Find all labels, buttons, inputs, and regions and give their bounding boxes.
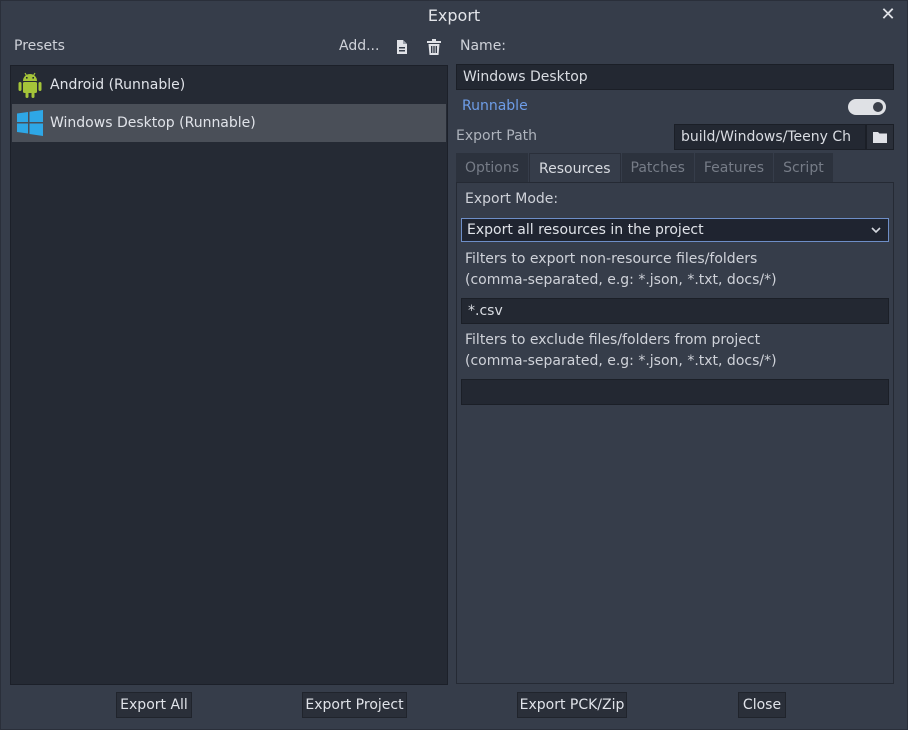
delete-icon[interactable] [424,37,444,57]
tab-options[interactable]: Options [456,153,529,183]
runnable-label: Runnable [462,98,528,114]
exclude-filter-label-line2: (comma-separated, e.g: *.json, *.txt, do… [465,353,777,369]
exclude-filter-field[interactable] [461,379,889,405]
presets-label: Presets [14,38,65,54]
tab-resources[interactable]: Resources [529,153,621,183]
close-icon[interactable]: ✕ [878,5,898,25]
export-mode-label: Export Mode: [465,191,559,207]
windows-icon [16,109,44,137]
preset-item-android[interactable]: Android (Runnable) [12,66,446,104]
dialog-title: Export [427,6,481,25]
toggle-knob [873,102,883,112]
export-mode-value: Export all resources in the project [467,222,704,238]
export-project-button[interactable]: Export Project [302,692,407,718]
include-filter-label-line1: Filters to export non-resource files/fol… [465,251,758,267]
export-path-label: Export Path [456,128,538,144]
chevron-down-icon [870,223,882,241]
tab-patches[interactable]: Patches [621,153,694,183]
tab-script[interactable]: Script [774,153,833,183]
exclude-filter-label-line1: Filters to exclude files/folders from pr… [465,332,761,348]
browse-folder-button[interactable] [866,124,894,150]
export-all-button[interactable]: Export All [116,692,192,718]
folder-icon [873,132,887,143]
preset-item-windows[interactable]: Windows Desktop (Runnable) [12,104,446,142]
export-path-field[interactable]: build/Windows/Teeny Ch [674,124,866,150]
export-pck-button[interactable]: Export PCK/Zip [517,692,627,718]
include-filter-label-line2: (comma-separated, e.g: *.json, *.txt, do… [465,272,777,288]
duplicate-icon[interactable] [392,37,412,57]
export-mode-select[interactable]: Export all resources in the project [461,218,889,242]
presets-list [10,65,448,685]
runnable-toggle[interactable] [848,99,886,115]
preset-label-android: Android (Runnable) [50,77,186,93]
android-icon [16,71,44,99]
preset-label-windows: Windows Desktop (Runnable) [50,115,256,131]
details-tabs: Options Resources Patches Features Scrip… [456,153,834,183]
close-button[interactable]: Close [738,692,786,718]
name-label: Name: [460,38,507,54]
name-field[interactable]: Windows Desktop [456,64,894,90]
add-preset-button[interactable]: Add... [339,38,379,54]
tab-features[interactable]: Features [694,153,774,183]
include-filter-field[interactable]: *.csv [461,298,889,324]
